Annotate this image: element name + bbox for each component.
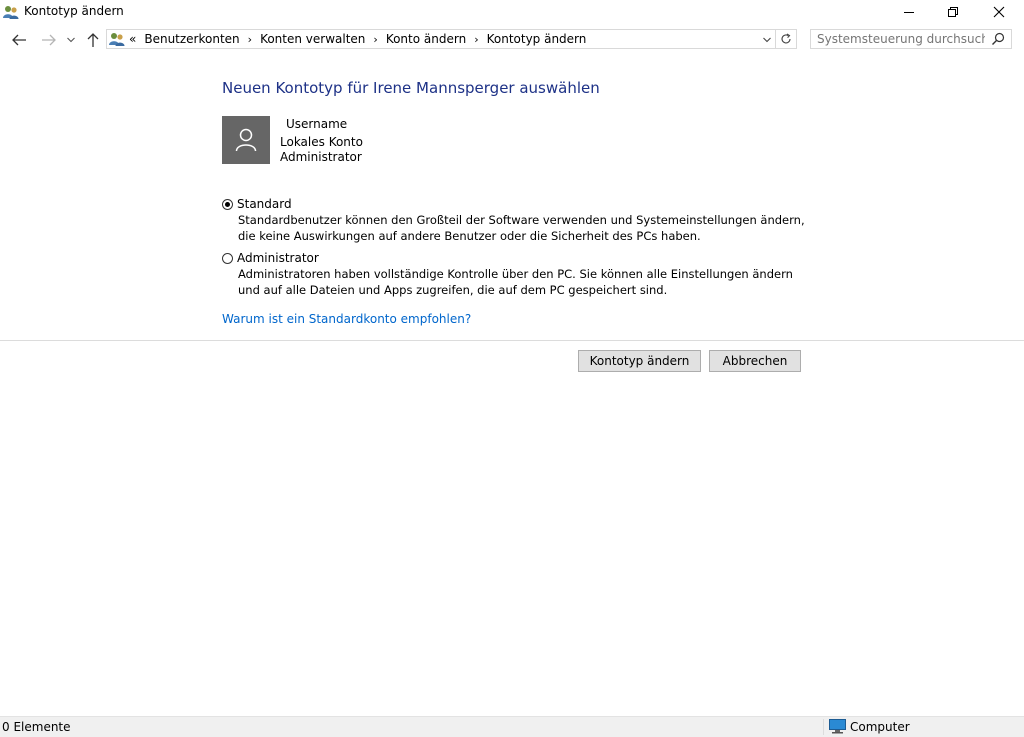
- window-title: Kontotyp ändern: [24, 4, 124, 18]
- refresh-button[interactable]: [775, 30, 796, 48]
- chevron-right-icon[interactable]: ›: [373, 33, 377, 46]
- address-bar[interactable]: « Benutzerkonten › Konten verwalten › Ko…: [106, 29, 797, 49]
- restore-icon: [948, 7, 958, 17]
- close-icon: [993, 6, 1005, 18]
- title-bar: Kontotyp ändern: [0, 0, 1024, 24]
- close-button[interactable]: [976, 0, 1022, 24]
- user-accounts-icon: [3, 6, 19, 19]
- breadcrumb-item-kontotyp-aendern[interactable]: Kontotyp ändern: [487, 32, 587, 46]
- breadcrumb-overflow[interactable]: «: [129, 32, 136, 46]
- navigation-bar: « Benutzerkonten › Konten verwalten › Ko…: [0, 28, 1024, 52]
- account-role: Administrator: [280, 150, 362, 164]
- restore-button[interactable]: [930, 0, 976, 24]
- breadcrumb-item-konten-verwalten[interactable]: Konten verwalten: [260, 32, 365, 46]
- breadcrumb-item-benutzerkonten[interactable]: Benutzerkonten: [144, 32, 239, 46]
- divider: [0, 340, 1024, 341]
- radio-button-standard[interactable]: [222, 198, 233, 210]
- user-icon: [235, 128, 257, 152]
- computer-icon: [829, 719, 846, 734]
- forward-button[interactable]: [38, 30, 60, 50]
- radio-selected-dot: [225, 201, 230, 207]
- chevron-down-icon: [67, 37, 75, 43]
- chevron-right-icon[interactable]: ›: [474, 33, 478, 46]
- page-title: Neuen Kontotyp für Irene Mannsperger aus…: [222, 79, 600, 97]
- radio-label-administrator[interactable]: Administrator: [237, 251, 319, 265]
- chevron-right-icon[interactable]: ›: [248, 33, 252, 46]
- zone-indicator: Computer: [829, 719, 910, 734]
- administrator-description: Administratoren haben vollständige Kontr…: [238, 267, 793, 297]
- breadcrumb: « Benutzerkonten › Konten verwalten › Ko…: [129, 32, 586, 46]
- refresh-icon: [781, 33, 791, 44]
- chevron-down-icon: [763, 37, 771, 43]
- back-button[interactable]: [8, 30, 30, 50]
- up-button[interactable]: [84, 30, 102, 50]
- breadcrumb-item-konto-aendern[interactable]: Konto ändern: [386, 32, 466, 46]
- radio-standard[interactable]: Standard: [222, 197, 292, 211]
- arrow-left-icon: [12, 34, 26, 46]
- change-account-type-button[interactable]: Kontotyp ändern: [578, 350, 701, 372]
- search-box[interactable]: [810, 29, 1012, 49]
- recent-locations-button[interactable]: [64, 30, 78, 50]
- radio-label-standard[interactable]: Standard: [237, 197, 292, 211]
- item-count: 0 Elemente: [2, 720, 71, 734]
- minimize-button[interactable]: [886, 0, 932, 24]
- account-name: Username: [286, 117, 348, 131]
- help-link[interactable]: Warum ist ein Standardkonto empfohlen?: [222, 312, 471, 326]
- account-info: Username Lokales Konto Administrator: [280, 117, 363, 165]
- account-type: Lokales Konto: [280, 135, 363, 149]
- avatar: [222, 116, 270, 164]
- address-dropdown-button[interactable]: [760, 32, 774, 48]
- search-icon[interactable]: [991, 32, 1005, 46]
- cancel-button[interactable]: Abbrechen: [709, 350, 801, 372]
- user-accounts-icon: [109, 33, 125, 46]
- radio-button-administrator[interactable]: [222, 252, 233, 264]
- arrow-up-icon: [87, 33, 99, 47]
- arrow-right-icon: [42, 34, 56, 46]
- radio-administrator[interactable]: Administrator: [222, 251, 319, 265]
- search-input[interactable]: [817, 31, 985, 47]
- status-separator: [823, 719, 824, 735]
- status-bar: 0 Elemente Computer: [0, 716, 1024, 737]
- zone-label: Computer: [850, 719, 910, 734]
- standard-description: Standardbenutzer können den Großteil der…: [238, 213, 805, 243]
- minimize-icon: [904, 12, 914, 13]
